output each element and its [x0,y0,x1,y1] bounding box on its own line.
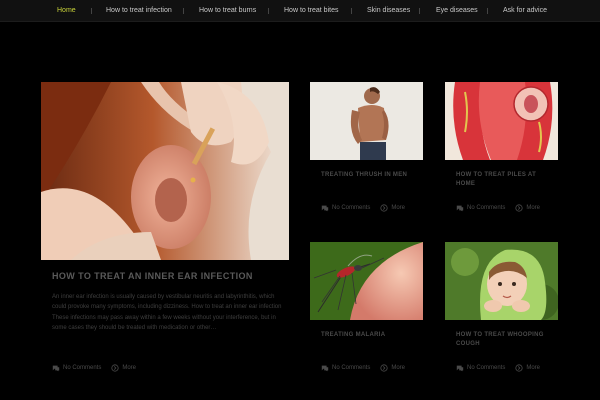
nav-item-how-to-treat-infection[interactable]: How to treat infection [106,0,172,22]
comments-icon [456,205,464,212]
more-link[interactable]: More [526,205,540,211]
comments-link[interactable]: No Comments [467,205,505,211]
nav-separator [419,8,420,14]
featured-image-ear-drops[interactable] [41,82,289,260]
card-title-malaria[interactable]: TREATING MALARIA [321,331,421,340]
nav-item-eye-diseases[interactable]: Eye diseases [436,0,478,22]
nav-separator [183,8,184,14]
comments-link[interactable]: No Comments [332,365,370,371]
featured-post-title[interactable]: HOW TO TREAT AN INNER EAR INFECTION [52,271,282,281]
nav-item-home[interactable]: Home [57,0,76,22]
card-image-piles[interactable] [445,82,558,160]
more-circle-icon [380,364,388,372]
comments-link[interactable]: No Comments [63,365,101,371]
anatomy-illustration [445,82,558,160]
more-circle-icon [515,204,523,212]
mosquito-on-skin-photo [310,242,423,320]
nav-separator [487,8,488,14]
nav-separator [351,8,352,14]
ear-drops-photo [41,82,289,260]
comments-icon [52,365,60,372]
comments-link[interactable]: No Comments [467,365,505,371]
nav-separator [268,8,269,14]
nav-item-skin-diseases[interactable]: Skin diseases [367,0,410,22]
main-navigation: Home How to treat infection How to treat… [0,0,600,22]
nav-item-how-to-treat-burns[interactable]: How to treat burns [199,0,256,22]
comments-icon [321,205,329,212]
comments-link[interactable]: No Comments [332,205,370,211]
more-link[interactable]: More [122,365,136,371]
card-image-malaria[interactable] [310,242,423,320]
card-meta-malaria: No Comments More [321,363,405,373]
card-image-thrush[interactable] [310,82,423,160]
more-circle-icon [111,364,119,372]
card-meta-thrush: No Comments More [321,203,405,213]
card-meta-whooping-cough: No Comments More [456,363,540,373]
featured-post-meta: No Comments More [52,363,136,373]
nav-separator [91,8,92,14]
child-in-green-hood-photo [445,242,558,320]
more-circle-icon [515,364,523,372]
featured-post [41,82,289,260]
card-title-whooping-cough[interactable]: HOW TO TREAT WHOOPING COUGH [456,331,556,349]
more-link[interactable]: More [391,205,405,211]
card-title-piles[interactable]: HOW TO TREAT PILES AT HOME [456,171,556,189]
more-link[interactable]: More [526,365,540,371]
nav-item-how-to-treat-bites[interactable]: How to treat bites [284,0,338,22]
card-title-thrush[interactable]: TREATING THRUSH IN MEN [321,171,421,180]
more-circle-icon [380,204,388,212]
card-meta-piles: No Comments More [456,203,540,213]
comments-icon [456,365,464,372]
card-image-whooping-cough[interactable] [445,242,558,320]
featured-post-excerpt: An inner ear infection is usually caused… [52,294,282,332]
nav-item-ask-for-advice[interactable]: Ask for advice [503,0,547,22]
shirtless-man-photo [310,82,423,160]
more-link[interactable]: More [391,365,405,371]
comments-icon [321,365,329,372]
